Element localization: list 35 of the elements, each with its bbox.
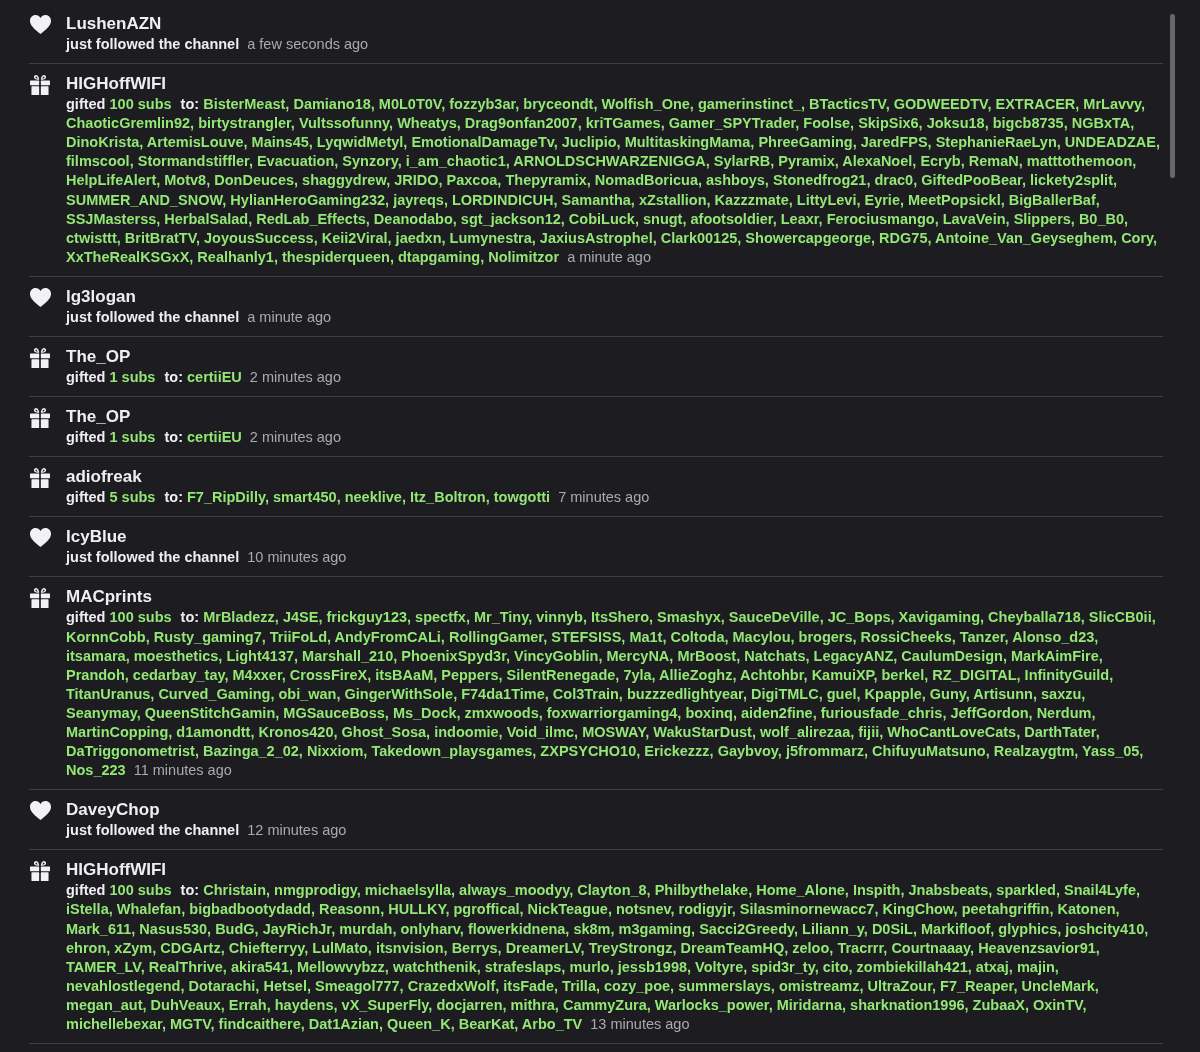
username: HIGHoffWIFI <box>66 73 168 96</box>
timestamp: 10 minutes ago <box>247 549 347 566</box>
heart-icon <box>30 801 51 821</box>
gift-message: gifted 1 subs to: certiiEU 2 minutes ago <box>66 428 342 448</box>
username: LushenAZN <box>66 13 163 35</box>
heart-icon <box>30 528 51 548</box>
gift-message: gifted 100 subs to: Christain, nmgprodigy, michaelsylla, always_moodyy, Clayton_8, Philbythelake, Home_Alone, Inspith, Jnabsbeats, sparkled, Snail4Lyfe, iStella, Whalefan, bigbadbootydadd, Reasonn, HULLKY, pgroffical, NickTeague, notsnev, rodigyjr, Silasminornewacc7, KingChow, peetahgriffin, Katonen, Mark_611, Nasus530, BudG, JayRichJr, murdah, onlyharv, flowerkidnena, sk8m, m3gaming, Sacci2Greedy, Liliann_y, D0SiL, Markifloof, glyphics, joshcity410, ehron, xZym, CDGArtz, Chiefterryy, LulMato, itsnvision, Berrys, DreamerLV, TreyStrongz, DreamTeamHQ, zeloo, Tracrrr, Courtnaaay, Heavenzsavior91, TAMER_LV, RealThrive, akira541, Mellowvybzz, watchthenik, strafeslaps, murlo, jessb1998, Voltyre, spid3r_ty, cito, zombiekillah421, atxaj, majin, nevahlostlegend, Dotarachi, Hetsel, Smeagol777, CrazedxWolf, itsFade, Trilla, cozy_poe, summerslays, omistreamz, UltraZour, F7_Reaper, UncleMark, megan_aut, DuhVeaux, Errah, haydens, vX_SuperFly, docjarren, mithra, CammyZura, Warlocks_power, Miridarna, sharknation1996, ZubaaX, OxinTV, michellebexar, MGTV, findcaithere, Dat1Azian, Queen_K, BearKat, Arbo_TV 13 minutes ago <box>66 881 1150 1034</box>
action-text: just followed the channel <box>66 36 240 52</box>
heart-icon <box>30 287 51 307</box>
gift-message: gifted 100 subs to: MrBladezz, J4SE, frickguy123, spectfx, Mr_Tiny, vinnyb, ItsShero, Smashyx, SauceDeVille, JC_Bops, Xavigaming, Cheyballa718, SlicCB0ii, KornnCobb, Rusty_gaming7, TriiFoLd, AndyFromCALi, RollingGamer, STEFSISS, Ma1t, Coltoda, Macylou, brogers, RossiCheeks, Tanzer, Alonso_d23, itsamara, moesthetics, Light4137, Marshall_210, PhoenixSpyd3r, VincyGoblin, MercyNA, MrBoost, Natchats, LegacyANZ, CaulumDesign, MarkAimFire, Prandoh, cedarbay_tay, M4xxer, CrossFireX, itsBAaM, Peppers, SilentRenegade, 7yla, AllieZoghz, Achtohbr, KamuiXP, berkel, RZ_DIGITAL, InfinityGuild, TitanUranus, Curved_Gaming, obi_wan, GingerWithSole, F74da1Time, Col3Train, buzzzedlightyear, DigiTMLC, guel, Kpapple, Guny, Artisunn, saxzu, Seanymay, QueenStitchGamin, MGSauceBoss, Ms_Dock, zmxwoods, foxwarriorgaming4, boxinq, aiden2fine, furiousfade_chris, JeffGordon, Nerdum, MartinCopping, d1amondtt, Kronos420, Ghost_Sosa, indoomie, Void_ilmc, MOSWAY, WakuStarDust, wolf_alirezaa, fijii, WhoCantLoveCats, DarthTater, DaTriggonometrist, Bazinga_2_02, Nixxiom, Takedown_playsgames, ZXPSYCHO10, Erickezzz, Gaybvoy, j5frommarz, ChifuyuMatsuno, Realzaygtm, Yass_05, Nos_223 11 minutes ago <box>66 608 1157 781</box>
gift-message: gifted 5 subs to: F7_RipDilly, smart450, neeklive, Itz_Boltron, towgotti 7 minutes ago <box>66 488 651 508</box>
username: The_OP <box>66 346 132 369</box>
heart-icon <box>30 15 51 34</box>
gift-icon <box>30 588 50 609</box>
gift-message: gifted 100 subs to: BisterMeast, Damiano18, M0L0T0V, fozzyb3ar, bryceondt, Wolfish_One, gamerinstinct_, BTacticsTV, GODWEEDTV, EXTRACER, MrLavvy, ChaoticGremlin92, birtystrangler, Vultssofunny, Wheatys, Drag9onfan2007, kriTGames, Gamer_SPYTrader, Foolse, SkipSix6, Joksu18, bigcb8735, NGBxTA, DinoKrista, ArtemisLouve, Mains45, LyqwidMetyl, EmotionalDamageTv, Juclipio, MultitaskingMama, PhreeGaming, JaredFPS, StephanieRaeLyn, UNDEADZAE, filmscool, Stormandstiffler, Evacuation, Synzory, i_am_chaotic1, ARNOLDSCHWARZENIGGA, SylarRB, Pyramix, AlexaNoel, Ecryb, RemaN, matttothemoon, HelpLifeAlert, Motv8, DonDeuces, shaggydrew, JRIDO, Paxcoa, Thepyramix, NomadBoricua, ashboys, Stonedfrog21, drac0, GiftedPooBear, lickety2split, SUMMER_AND_SNOW, HylianHeroGaming232, jayreqs, LORDINDICUH, Samantha, xZstallion, Kazzzmate, LittyLevi, Eyrie, MeetPopsickl, BigBallerBaf, SSJMasterss, HerbalSalad, RedLab_Effects, Deanodabo, sgt_jackson12, CobiLuck, snugt, afootsoldier, Leaxr, Ferociusmango, LavaVein, Slippers, B0_B0, ctwisttt, BritBratTV, JoyousSuccess, Keii2Viral, jaedxn, Lumynestra, JaxiusAstrophel, Clark00125, Showercapgeorge, RDG75, Antoine_Van_Geyseghem, Cory, XxTheRealKSGxX, Realhanly1, thespiderqueen, dtapgaming, Nolimitzor a minute ago <box>66 95 1161 267</box>
username: IcyBlue <box>66 526 128 549</box>
username: The_OP <box>66 406 132 429</box>
gift-icon <box>30 861 50 882</box>
timestamp: a minute ago <box>247 308 332 325</box>
timestamp: a few seconds ago <box>247 36 369 52</box>
gift-icon <box>30 348 50 369</box>
username: HIGHoffWIFI <box>66 859 168 882</box>
username: adiofreak <box>66 466 143 489</box>
timestamp: 12 minutes ago <box>247 822 347 839</box>
gift-icon <box>30 468 50 489</box>
action-text: just followed the channel <box>66 308 240 325</box>
username: MACprints <box>66 586 153 609</box>
username: DaveyChop <box>66 799 161 822</box>
gift-icon <box>30 408 50 429</box>
gift-message: gifted 1 subs to: certiiEU 2 minutes ago <box>66 368 342 388</box>
scrollbar-thumb[interactable] <box>1170 14 1175 178</box>
action-text: just followed the channel <box>66 549 240 566</box>
username: lg3logan <box>66 285 137 308</box>
action-text: just followed the channel <box>66 822 240 839</box>
gift-icon <box>30 75 50 96</box>
